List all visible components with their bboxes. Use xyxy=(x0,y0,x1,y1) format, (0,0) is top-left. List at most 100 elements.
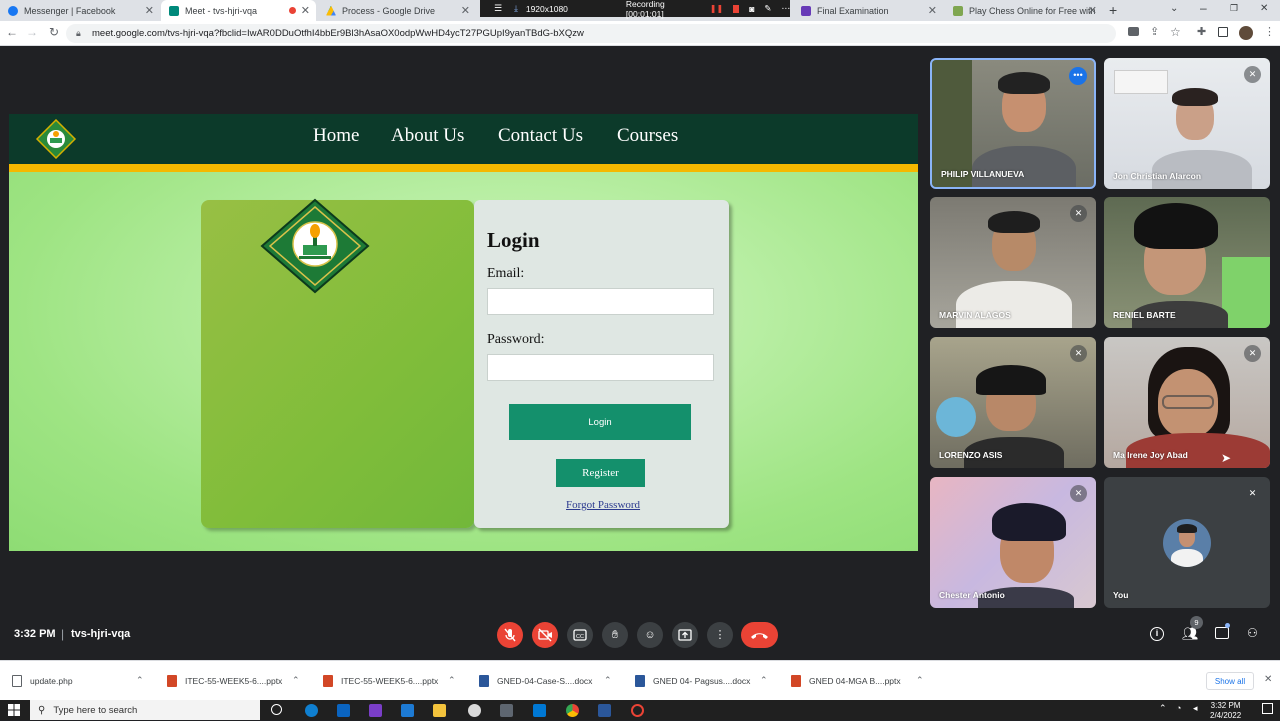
tab-messenger[interactable]: Messenger | Facebook ✕ xyxy=(0,0,160,21)
meeting-details-icon[interactable]: i xyxy=(1150,627,1164,641)
close-downloads-icon[interactable]: ✕ xyxy=(1264,674,1272,685)
share-icon[interactable]: ⇪ xyxy=(1150,25,1159,38)
media-app-icon[interactable] xyxy=(468,704,481,717)
close-tab-icon[interactable]: ✕ xyxy=(301,4,310,17)
wifi-icon[interactable]: ◔ xyxy=(1176,703,1181,713)
pptx-icon xyxy=(791,675,801,687)
activities-icon[interactable]: ⚇ xyxy=(1247,626,1258,640)
maximize-icon[interactable]: ❐ xyxy=(1230,3,1238,14)
more-options-button[interactable]: ⋮ xyxy=(707,622,733,648)
menu-icon[interactable]: ☰ xyxy=(494,3,502,14)
sidepanel-icon[interactable] xyxy=(1218,27,1228,37)
more-options-icon[interactable]: ••• xyxy=(1069,67,1087,85)
nav-about-link[interactable]: About Us xyxy=(391,125,464,147)
mail-icon[interactable] xyxy=(337,704,350,717)
participant-tile[interactable]: ✕ Ma Irene Joy Abad ➤ xyxy=(1104,337,1270,468)
briefcase-icon[interactable] xyxy=(533,704,546,717)
pen-icon[interactable]: ✎ xyxy=(764,3,771,14)
chevron-up-icon[interactable]: ⌃ xyxy=(760,675,768,686)
recorder-icon[interactable] xyxy=(631,704,644,717)
participant-tile[interactable]: RENIEL BARTE xyxy=(1104,197,1270,328)
chevron-up-icon[interactable]: ⌃ xyxy=(916,675,924,686)
windows-start-icon[interactable] xyxy=(8,704,20,716)
download-item[interactable]: GNED 04-MGA B....pptx xyxy=(791,672,901,690)
participant-tile[interactable]: ✕ Jon Christian Alarcon xyxy=(1104,58,1270,189)
video-app-icon[interactable] xyxy=(369,704,382,717)
tray-chevron-icon[interactable]: ⌃ xyxy=(1159,703,1167,714)
tab-drive[interactable]: Process - Google Drive ✕ xyxy=(318,0,476,21)
show-all-button[interactable]: Show all xyxy=(1206,672,1254,690)
present-button[interactable] xyxy=(672,622,698,648)
download-item[interactable]: ITEC-55-WEEK5-6....pptx xyxy=(167,672,282,690)
participant-tile-self[interactable]: ✕ You xyxy=(1104,477,1270,608)
close-tab-icon[interactable]: ✕ xyxy=(461,4,470,17)
window-close-icon[interactable]: ✕ xyxy=(1260,3,1268,14)
reload-icon[interactable]: ↻ xyxy=(46,25,62,39)
tab-search-icon[interactable]: ⌄ xyxy=(1170,3,1178,14)
participant-shirt xyxy=(956,281,1072,328)
tab-chess[interactable]: Play Chess Online for Free with ✕ xyxy=(945,0,1103,21)
word-icon[interactable] xyxy=(598,704,611,717)
camera-toggle-button[interactable] xyxy=(532,622,558,648)
leave-call-button[interactable] xyxy=(741,622,778,648)
extensions-icon[interactable]: ✚ xyxy=(1197,25,1206,38)
download-item[interactable]: ITEC-55-WEEK5-6....pptx xyxy=(323,672,438,690)
calculator-icon[interactable] xyxy=(500,704,513,717)
back-icon[interactable]: ← xyxy=(4,25,20,39)
file-explorer-icon[interactable] xyxy=(433,704,446,717)
address-bar[interactable]: 🔒︎ meet.google.com/tvs-hjri-vqa?fbclid=I… xyxy=(66,24,1116,43)
close-tab-icon[interactable]: ✕ xyxy=(1088,4,1097,17)
raise-hand-button[interactable]: ✋︎ xyxy=(602,622,628,648)
cortana-icon[interactable] xyxy=(271,704,282,715)
participant-tile[interactable]: ••• PHILIP VILLANUEVA xyxy=(930,58,1096,189)
download-item[interactable]: GNED 04- Pagsus....docx xyxy=(635,672,750,690)
volume-icon[interactable]: ◂ xyxy=(1193,703,1198,714)
login-button-label: Login xyxy=(588,416,612,428)
email-field[interactable] xyxy=(487,288,714,315)
stop-icon[interactable] xyxy=(733,4,740,13)
chat-icon[interactable] xyxy=(1215,627,1229,639)
chevron-up-icon[interactable]: ⌃ xyxy=(604,675,612,686)
chevron-up-icon[interactable]: ⌃ xyxy=(292,675,300,686)
participant-tile[interactable]: ✕ MARVIN ALAGOS xyxy=(930,197,1096,328)
download-item[interactable]: GNED-04-Case-S....docx xyxy=(479,672,592,690)
download-item[interactable]: update.php xyxy=(12,672,73,690)
password-field[interactable] xyxy=(487,354,714,381)
forward-icon[interactable]: → xyxy=(24,25,40,39)
mic-toggle-button[interactable] xyxy=(497,622,523,648)
minimize-icon[interactable]: – xyxy=(1200,1,1207,15)
camera-icon[interactable]: ◙ xyxy=(749,4,754,14)
login-button[interactable]: Login xyxy=(509,404,691,440)
taskbar-search[interactable]: ⚲ Type here to search xyxy=(30,700,260,720)
new-tab-button[interactable]: + xyxy=(1109,2,1117,18)
divider: | xyxy=(61,627,65,641)
reactions-button[interactable]: ☺ xyxy=(637,622,663,648)
browser-menu-icon[interactable]: ⋮ xyxy=(1264,25,1275,38)
close-tab-icon[interactable]: ✕ xyxy=(928,4,937,17)
bookmark-star-icon[interactable]: ☆ xyxy=(1170,25,1181,39)
participant-tile[interactable]: ✕ Chester Antonio xyxy=(930,477,1096,608)
chrome-icon[interactable] xyxy=(566,704,579,717)
overflow-icon[interactable]: ⋯ xyxy=(782,3,791,14)
cast-icon[interactable] xyxy=(1128,27,1139,36)
profile-avatar[interactable] xyxy=(1239,26,1253,40)
register-button[interactable]: Register xyxy=(556,459,645,487)
edge-icon[interactable] xyxy=(305,704,318,717)
nav-home-link[interactable]: Home xyxy=(313,125,359,147)
taskbar-clock[interactable]: 3:32 PM 2/4/2022 xyxy=(1210,701,1241,721)
glasses-icon xyxy=(1162,395,1214,409)
captions-button[interactable]: CC xyxy=(567,622,593,648)
chevron-up-icon[interactable]: ⌃ xyxy=(448,675,456,686)
pause-icon[interactable]: ❚❚ xyxy=(710,4,723,13)
tab-final-exam[interactable]: Final Examination ✕ xyxy=(793,0,943,21)
participant-tile[interactable]: ✕ LORENZO ASIS xyxy=(930,337,1096,468)
participant-hair xyxy=(1172,88,1218,106)
notifications-icon[interactable] xyxy=(1262,703,1273,714)
nav-contact-link[interactable]: Contact Us xyxy=(498,125,583,147)
chevron-up-icon[interactable]: ⌃ xyxy=(136,675,144,686)
forgot-password-link[interactable]: Forgot Password xyxy=(566,499,640,511)
close-tab-icon[interactable]: ✕ xyxy=(145,4,154,17)
nav-courses-link[interactable]: Courses xyxy=(617,125,678,147)
tab-meet[interactable]: Meet - tvs-hjri-vqa ✕ xyxy=(161,0,316,21)
store-icon[interactable] xyxy=(401,704,414,717)
